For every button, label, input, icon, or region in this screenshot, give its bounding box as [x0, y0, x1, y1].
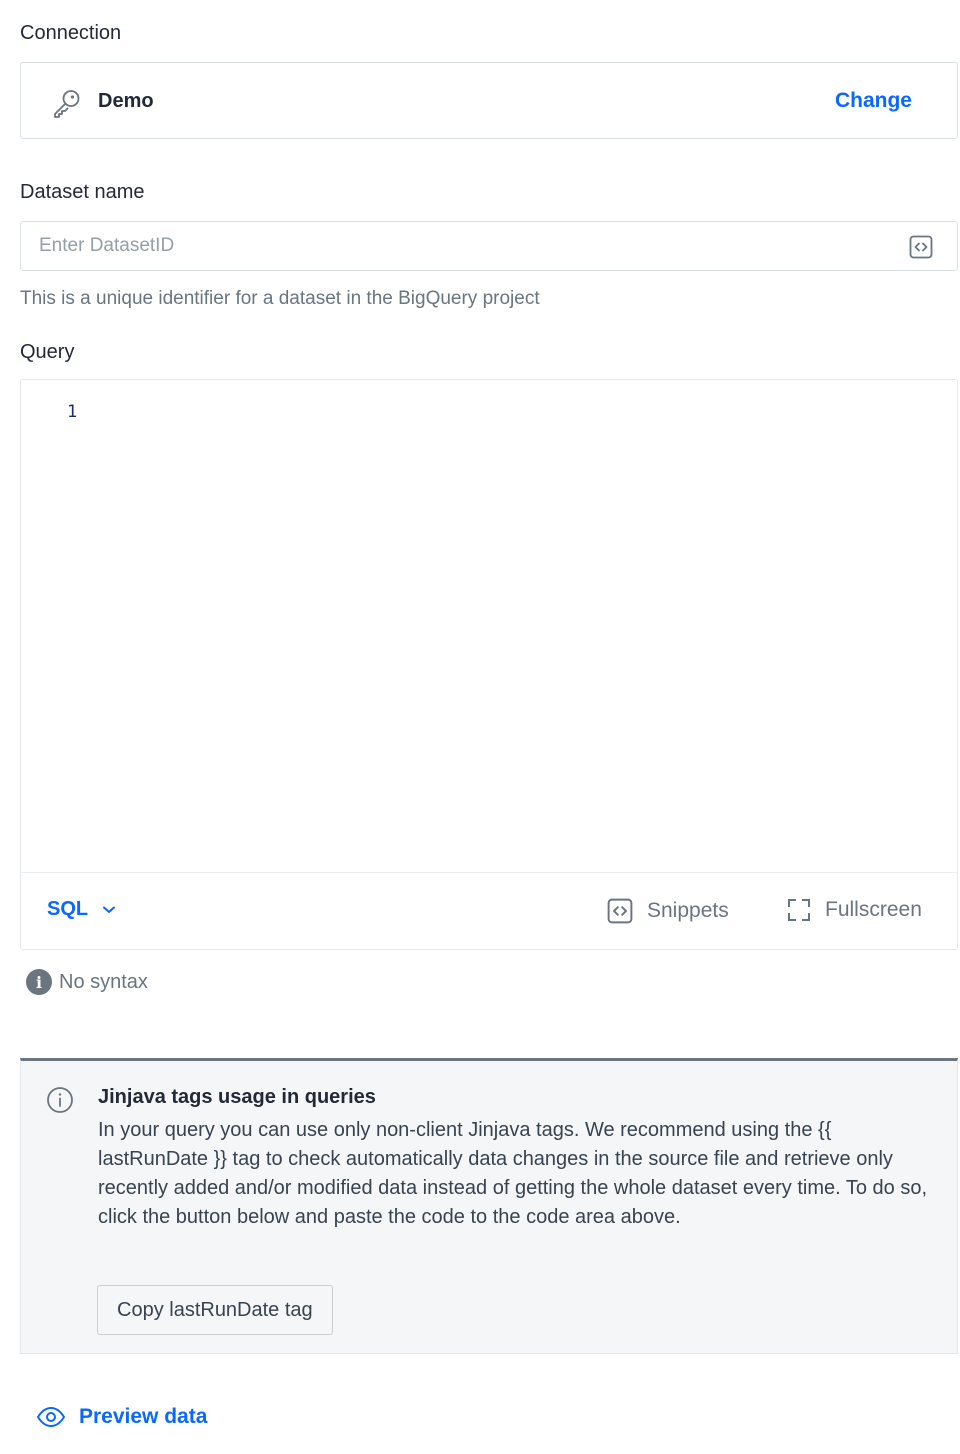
- snippets-button[interactable]: Snippets: [607, 898, 729, 924]
- connection-card: Demo Change: [20, 62, 958, 139]
- preview-data-label: Preview data: [79, 1405, 208, 1428]
- dataset-name-label: Dataset name: [20, 181, 145, 203]
- connection-name: Demo: [98, 90, 154, 112]
- syntax-status-text: No syntax: [59, 970, 148, 993]
- notice-body: In your query you can use only non-clien…: [98, 1119, 928, 1228]
- connection-label: Connection: [20, 22, 122, 44]
- query-editor: 1 SQL Snippets Fullscreen: [20, 379, 958, 950]
- dataset-input-wrapper: [20, 221, 958, 271]
- dataset-helper-text: This is a unique identifier for a datase…: [20, 288, 540, 309]
- fullscreen-icon: [788, 899, 810, 921]
- jinjava-notice: Jinjava tags usage in queries In your qu…: [20, 1058, 958, 1354]
- copy-lastrundate-button[interactable]: Copy lastRunDate tag: [97, 1285, 333, 1335]
- syntax-status: i No syntax: [26, 969, 148, 995]
- fullscreen-button[interactable]: Fullscreen: [787, 898, 922, 922]
- language-select[interactable]: SQL: [47, 898, 116, 921]
- change-connection-button[interactable]: Change: [835, 89, 912, 113]
- info-filled-icon: i: [26, 969, 52, 995]
- code-snippet-icon: [607, 898, 633, 924]
- query-code-area[interactable]: [111, 396, 935, 860]
- eye-icon: [37, 1407, 65, 1427]
- query-label: Query: [20, 341, 75, 363]
- key-icon: [54, 90, 80, 118]
- preview-data-button[interactable]: Preview data: [36, 1405, 207, 1429]
- chevron-down-icon: [103, 906, 116, 913]
- code-snippet-icon[interactable]: [909, 235, 933, 259]
- dataset-id-input[interactable]: [39, 222, 899, 270]
- language-value: SQL: [47, 898, 89, 920]
- notice-title: Jinjava tags usage in queries: [98, 1086, 376, 1108]
- info-outline-icon: [47, 1087, 73, 1113]
- snippets-label: Snippets: [647, 899, 729, 922]
- line-number: 1: [67, 402, 78, 422]
- editor-footer: SQL Snippets Fullscreen: [21, 872, 957, 950]
- fullscreen-label: Fullscreen: [825, 898, 922, 921]
